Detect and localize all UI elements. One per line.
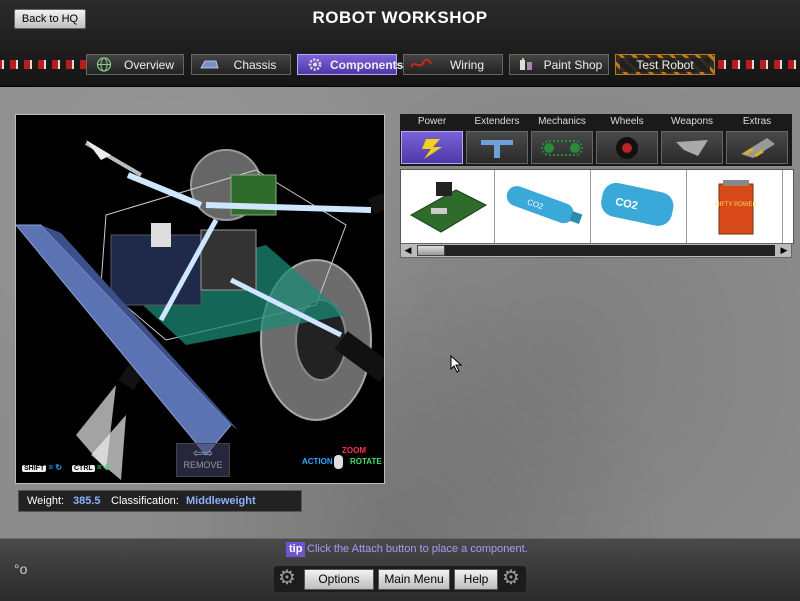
category-label: Extenders <box>474 116 520 127</box>
category-weapons[interactable]: Weapons <box>660 114 724 166</box>
move-arrow-icon: = ⇕ <box>96 463 111 472</box>
gear-icon <box>308 58 322 71</box>
robot-3d-viewport[interactable]: ⇦⇨ REMOVE SHIFT = ↻ CTRL = ⇕ ZOOM ACTION… <box>15 114 385 484</box>
category-extenders-button[interactable] <box>466 131 528 164</box>
tab-components[interactable]: Components <box>297 54 404 75</box>
tab-label: Wiring <box>449 58 484 72</box>
part-nifty-battery[interactable]: NIFTY POWER <box>689 170 783 243</box>
decorative-cable-left <box>0 60 90 69</box>
shift-rotate-hint: SHIFT = ↻ <box>22 463 62 472</box>
co2-tank-icon: CO2 <box>601 182 674 226</box>
category-wheels[interactable]: Wheels <box>595 114 659 166</box>
mouse-icon <box>334 455 343 469</box>
t-bar-icon <box>481 140 513 158</box>
gear-icon: ⚙ <box>278 567 296 589</box>
options-button[interactable]: Options <box>304 569 374 590</box>
weight-label: Weight: <box>27 495 65 507</box>
help-button[interactable]: Help <box>454 569 498 590</box>
rotate-arrow-icon: = ↻ <box>48 463 63 472</box>
part-circuit-board[interactable] <box>401 170 495 243</box>
component-parts-list: CO2 CO2 NIFTY POWER <box>400 169 794 244</box>
classification-value: Middleweight <box>186 495 256 507</box>
component-category-bar: Power Extenders Mechanics Wheels Weapons… <box>400 114 792 166</box>
category-extras[interactable]: Extras <box>725 114 789 166</box>
part-co2-tank[interactable]: CO2 <box>593 170 687 243</box>
gear-icon: ⚙ <box>502 567 520 589</box>
zoom-hint: ZOOM <box>342 446 366 455</box>
tab-label: Components <box>330 58 404 72</box>
battery-label: NIFTY POWER <box>715 202 757 208</box>
tab-label: Paint Shop <box>543 58 603 72</box>
scroll-right-arrow-icon[interactable]: ▶ <box>777 244 791 257</box>
tab-wiring[interactable]: Wiring <box>403 54 503 75</box>
category-wheels-button[interactable] <box>596 131 658 164</box>
category-label: Weapons <box>670 116 714 127</box>
tab-paint-shop[interactable]: Paint Shop <box>509 54 609 75</box>
parts-scrollbar[interactable]: ◀ ▶ <box>400 243 792 258</box>
robot-stats-bar: Weight: 385.5 Classification: Middleweig… <box>18 490 302 512</box>
category-label: Power <box>417 116 447 127</box>
tab-label: Chassis <box>233 58 277 72</box>
paint-icon <box>520 58 532 70</box>
nifty-battery-icon: NIFTY POWER <box>715 180 757 235</box>
tip-text: Click the Attach button to place a compo… <box>307 543 528 555</box>
category-power[interactable]: Power <box>400 114 464 166</box>
tab-chassis[interactable]: Chassis <box>191 54 291 75</box>
scoop-icon <box>741 138 775 158</box>
decorative-circles-icon: °o <box>14 561 28 577</box>
weight-value: 385.5 <box>73 495 101 507</box>
category-power-button[interactable] <box>401 131 463 164</box>
tab-label: Test Robot <box>620 58 710 72</box>
tip-badge: tip <box>286 542 306 557</box>
blue-tank-icon: CO2 <box>506 186 583 225</box>
category-label: Mechanics <box>538 116 586 127</box>
globe-icon <box>96 57 112 72</box>
category-mechanics-button[interactable] <box>531 131 593 164</box>
action-hint: ACTION <box>302 457 333 466</box>
circuit-board-icon <box>409 182 488 233</box>
tab-label: Overview <box>123 58 174 72</box>
footer-bar: tip Click the Attach button to place a c… <box>0 538 800 601</box>
ctrl-keycap: CTRL <box>72 465 95 472</box>
chain-drive-icon <box>541 140 583 156</box>
category-label: Wheels <box>610 116 644 127</box>
category-extras-button[interactable] <box>726 131 788 164</box>
category-extenders[interactable]: Extenders <box>465 114 529 166</box>
scroll-left-arrow-icon[interactable]: ◀ <box>401 244 415 257</box>
header-bar: Back to HQ ROBOT WORKSHOP Overview Chass… <box>0 0 800 87</box>
wire-icon <box>410 58 432 68</box>
main-menu-button[interactable]: Main Menu <box>378 569 450 590</box>
tab-overview[interactable]: Overview <box>86 54 184 75</box>
shift-keycap: SHIFT <box>22 465 47 472</box>
mouse-cursor-icon <box>450 355 463 373</box>
blade-icon <box>676 140 708 156</box>
rotate-hint: ROTATE <box>350 457 382 466</box>
remove-button[interactable]: ⇦⇨ REMOVE <box>176 443 230 477</box>
scroll-thumb[interactable] <box>417 245 445 256</box>
remove-arrows-icon: ⇦⇨ <box>192 446 214 460</box>
remove-label: REMOVE <box>183 460 223 470</box>
tab-test-robot[interactable]: Test Robot <box>615 54 715 75</box>
ctrl-move-hint: CTRL = ⇕ <box>72 463 111 472</box>
category-label: Extras <box>742 116 772 127</box>
robot-model <box>16 140 384 480</box>
category-weapons-button[interactable] <box>661 131 723 164</box>
scroll-track[interactable] <box>417 245 775 256</box>
category-mechanics[interactable]: Mechanics <box>530 114 594 166</box>
part-blue-tank[interactable]: CO2 <box>497 170 591 243</box>
lightning-icon <box>422 139 442 159</box>
wheel-icon <box>616 137 638 159</box>
decorative-cable-right <box>712 60 800 69</box>
classification-label: Classification: <box>111 495 179 507</box>
page-title: ROBOT WORKSHOP <box>312 8 488 27</box>
chassis-icon <box>200 60 219 69</box>
